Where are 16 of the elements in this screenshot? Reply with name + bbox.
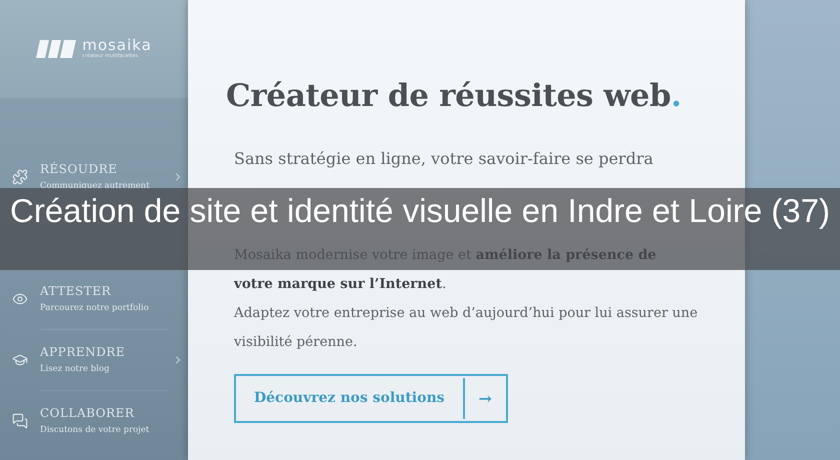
logo-name: mosaika [82, 38, 152, 53]
nav-subtitle: Discutons de votre projet [40, 425, 150, 435]
intro-text: Sans stratégie en ligne, votre savoir-faire se perdra [234, 148, 654, 170]
solutions-button[interactable]: Découvrez nos solutions → [234, 374, 508, 423]
nav-title[interactable]: APPRENDRE [40, 344, 168, 358]
body-text: Adaptez votre entreprise au web d’aujourd’hui pour lui assurer une visibilité pérenne. [234, 304, 699, 352]
puzzle-icon [12, 168, 28, 184]
nav-title[interactable]: ATTESTER [40, 284, 168, 298]
heading: Créateur de réussites web. [226, 78, 682, 114]
nav-title[interactable]: RÉSOUDRE [40, 162, 168, 176]
chat-icon [12, 412, 28, 428]
nav-title[interactable]: COLLABORER [40, 406, 168, 420]
logo-icon [36, 38, 76, 60]
nav-subtitle: Lisez notre blog [40, 364, 110, 374]
nav-subtitle: Communiquez autrement [40, 180, 151, 190]
nav-subtitle: Parcourez notre portfolio [40, 302, 150, 312]
